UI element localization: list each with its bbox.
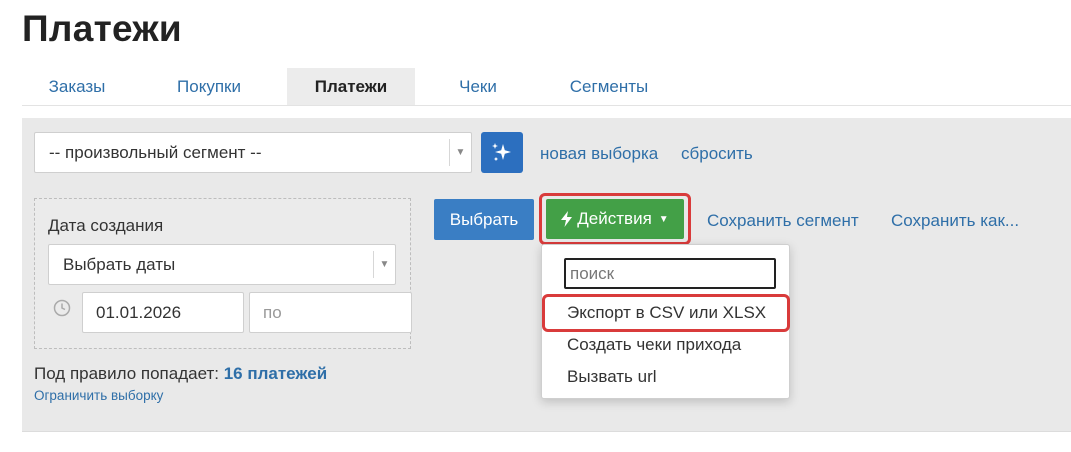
date-from-input[interactable] [82,292,244,333]
segment-select-value: -- произвольный сегмент -- [49,143,262,162]
tab-orders[interactable]: Заказы [22,68,132,105]
date-range-select[interactable]: Выбрать даты ▼ [48,244,396,285]
tab-segments[interactable]: Сегменты [552,68,666,105]
new-selection-link[interactable]: новая выборка [540,144,658,164]
save-segment-link[interactable]: Сохранить сегмент [707,211,859,231]
rule-summary: Под правило попадает: 16 платежей [34,364,327,384]
caret-down-icon: ▼ [658,213,669,225]
rule-summary-count[interactable]: 16 платежей [224,364,327,383]
filter-panel: -- произвольный сегмент -- ▼ новая выбор… [22,118,1071,432]
chevron-down-icon: ▼ [373,251,395,278]
menu-item-export[interactable]: Экспорт в CSV или XLSX [567,303,766,323]
segment-select[interactable]: -- произвольный сегмент -- ▼ [34,132,472,173]
save-as-link[interactable]: Сохранить как... [891,211,1019,231]
actions-button[interactable]: Действия ▼ [546,199,684,239]
lightning-icon [561,211,573,227]
actions-search-input[interactable] [564,258,776,289]
date-filter-box: Дата создания Выбрать даты ▼ [34,198,412,349]
rule-summary-prefix: Под правило попадает: [34,364,219,383]
tab-bar: Заказы Покупки Платежи Чеки Сегменты [22,68,1071,106]
date-to-input[interactable] [249,292,412,333]
chevron-down-icon: ▼ [449,139,471,166]
tab-receipts[interactable]: Чеки [442,68,514,105]
magic-segment-button[interactable] [481,132,523,173]
date-range-select-value: Выбрать даты [63,255,176,274]
actions-button-label: Действия [577,209,652,228]
actions-highlight: Действия ▼ [539,193,691,245]
date-created-label: Дата создания [48,216,164,235]
reset-link[interactable]: сбросить [681,144,753,164]
menu-item-create-receipts[interactable]: Создать чеки прихода [567,335,741,355]
choose-button[interactable]: Выбрать [434,199,534,240]
actions-dropdown-menu: Экспорт в CSV или XLSX Создать чеки прих… [541,244,790,399]
sparkles-icon [492,142,511,161]
page-title: Платежи [22,8,182,49]
tab-payments[interactable]: Платежи [287,68,415,105]
tab-purchases[interactable]: Покупки [159,68,259,105]
limit-selection-link[interactable]: Ограничить выборку [34,388,163,403]
clock-icon [53,299,71,317]
menu-item-call-url[interactable]: Вызвать url [567,367,657,387]
